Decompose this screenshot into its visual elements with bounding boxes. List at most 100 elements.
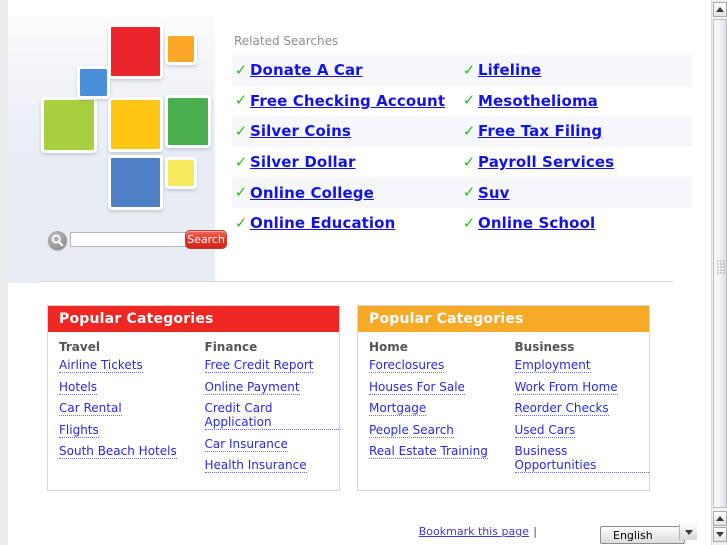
check-icon: ✓	[234, 91, 248, 110]
logo-square	[108, 24, 163, 79]
related-search-row: ✓ Online College ✓ Suv	[232, 177, 692, 208]
related-search-link[interactable]: Payroll Services	[478, 153, 614, 171]
language-select[interactable]: English	[600, 526, 685, 544]
category-link[interactable]: Flights	[59, 423, 99, 438]
category-link[interactable]: Business Opportunities	[514, 444, 649, 473]
category-link-list: Free Credit Report Online Payment Credit C…	[204, 358, 339, 473]
category-link[interactable]: Car Insurance	[204, 437, 288, 452]
related-search-row: ✓ Silver Coins ✓ Free Tax Filing	[232, 116, 692, 147]
category-link[interactable]: Online Payment	[204, 380, 300, 395]
related-search-link[interactable]: Mesothelioma	[478, 92, 598, 110]
category-heading: Business	[514, 340, 575, 354]
related-search-cell: ✓ Online College	[232, 177, 460, 208]
category-link[interactable]: Health Insurance	[204, 458, 307, 473]
category-heading: Home	[369, 340, 408, 354]
check-icon: ✓	[234, 60, 248, 79]
search-bar: Search	[48, 230, 228, 252]
category-link[interactable]: Airline Tickets	[59, 358, 143, 373]
related-search-row: ✓ Free Checking Account ✓ Mesothelioma	[232, 85, 692, 117]
check-icon: ✓	[234, 213, 248, 232]
related-search-cell: ✓ Silver Dollar	[232, 147, 460, 178]
panel-body: Travel Airline Tickets Hotels Car Rental Fl…	[48, 332, 339, 490]
left-gutter	[0, 0, 8, 545]
category-link-list: Airline Tickets Hotels Car Rental Flights So…	[59, 358, 194, 459]
category-link[interactable]: People Search	[369, 423, 454, 438]
vertical-scrollbar[interactable]	[711, 0, 727, 545]
category-heading: Finance	[204, 340, 258, 354]
related-search-row: ✓ Silver Dollar ✓ Payroll Services	[232, 146, 692, 178]
logo-square	[77, 66, 110, 99]
category-link[interactable]: Hotels	[59, 380, 98, 395]
check-icon: ✓	[462, 152, 476, 171]
related-search-cell: ✓ Suv	[460, 177, 688, 208]
page-root: Search Related Searches ✓ Donate A Car ✓ Li…	[0, 0, 711, 545]
check-icon: ✓	[234, 121, 248, 140]
category-link[interactable]: Real Estate Training	[369, 444, 488, 459]
popular-categories-panel-1: Popular Categories Travel Airline Ticket…	[47, 305, 340, 491]
category-link-list: Foreclosures Houses For Sale Mortgage Peopl…	[369, 358, 504, 459]
check-icon: ✓	[462, 60, 476, 79]
check-icon: ✓	[462, 183, 476, 202]
search-button[interactable]: Search	[185, 230, 227, 249]
related-search-link[interactable]: Donate A Car	[250, 61, 363, 79]
category-heading: Travel	[59, 340, 100, 354]
related-search-link[interactable]: Online Education	[250, 214, 395, 232]
related-search-cell: ✓ Free Tax Filing	[460, 116, 688, 147]
language-select-wrapper[interactable]: English	[600, 523, 698, 544]
related-search-cell: ✓ Payroll Services	[460, 147, 688, 178]
related-search-cell: ✓ Donate A Car	[232, 55, 460, 86]
related-search-link[interactable]: Lifeline	[478, 61, 541, 79]
category-link[interactable]: Used Cars	[514, 423, 576, 438]
check-icon: ✓	[234, 152, 248, 171]
scrollbar-thumb[interactable]	[713, 19, 727, 508]
category-column-finance: Finance Free Credit Report Online Payment…	[194, 340, 339, 480]
related-search-row: ✓ Online Education ✓ Online School	[232, 207, 692, 239]
related-search-cell: ✓ Free Checking Account	[232, 86, 460, 117]
related-search-cell: ✓ Online Education	[232, 208, 460, 239]
category-link[interactable]: Reorder Checks	[514, 401, 609, 416]
logo-square	[165, 95, 211, 148]
related-searches-grid: ✓ Donate A Car ✓ Lifeline ✓ Free Checking Acc…	[232, 55, 692, 239]
category-link[interactable]: Mortgage	[369, 401, 427, 416]
check-icon: ✓	[462, 213, 476, 232]
related-search-link[interactable]: Free Checking Account	[250, 92, 445, 110]
category-link[interactable]: South Beach Hotels	[59, 444, 177, 459]
related-search-cell: ✓ Mesothelioma	[460, 86, 688, 117]
popular-categories-panel-2: Popular Categories Home Foreclosures Hous…	[357, 305, 650, 491]
logo-square	[165, 157, 197, 189]
scroll-down-button[interactable]	[713, 527, 727, 542]
related-search-link[interactable]: Suv	[478, 184, 510, 202]
scroll-up-button[interactable]	[713, 2, 727, 17]
category-link[interactable]: Houses For Sale	[369, 380, 465, 395]
category-link-list: Employment Work From Home Reorder Checks Us…	[514, 358, 649, 473]
related-search-cell: ✓ Silver Coins	[232, 116, 460, 147]
category-link[interactable]: Foreclosures	[369, 358, 445, 373]
magnifier-icon	[48, 231, 67, 250]
logo-square	[108, 155, 163, 210]
logo-square	[41, 97, 97, 153]
section-divider	[40, 281, 673, 283]
category-link[interactable]: Credit Card Application	[204, 401, 339, 430]
related-search-link[interactable]: Online College	[250, 184, 374, 202]
check-icon: ✓	[234, 183, 248, 202]
related-search-row: ✓ Donate A Car ✓ Lifeline	[232, 55, 692, 86]
category-link[interactable]: Work From Home	[514, 380, 618, 395]
colored-squares-logo	[40, 24, 220, 220]
related-search-cell: ✓ Lifeline	[460, 55, 688, 86]
related-search-link[interactable]: Silver Dollar	[250, 153, 356, 171]
footer: Bookmark this page | English	[0, 520, 711, 545]
category-link[interactable]: Car Rental	[59, 401, 122, 416]
category-link[interactable]: Employment	[514, 358, 591, 373]
related-search-link[interactable]: Silver Coins	[250, 122, 351, 140]
scroll-up-button-bottom[interactable]	[713, 511, 727, 526]
related-search-link[interactable]: Free Tax Filing	[478, 122, 602, 140]
logo-square	[165, 33, 197, 65]
check-icon: ✓	[462, 91, 476, 110]
related-search-link[interactable]: Online School	[478, 214, 595, 232]
category-link[interactable]: Free Credit Report	[204, 358, 314, 373]
scrollbar-grip	[717, 260, 725, 274]
category-column-travel: Travel Airline Tickets Hotels Car Rental Fl…	[48, 340, 194, 480]
bookmark-this-page-link[interactable]: Bookmark this page	[419, 525, 529, 538]
category-column-business: Business Employment Work From Home Reorder…	[504, 340, 649, 480]
related-search-cell: ✓ Online School	[460, 208, 688, 239]
